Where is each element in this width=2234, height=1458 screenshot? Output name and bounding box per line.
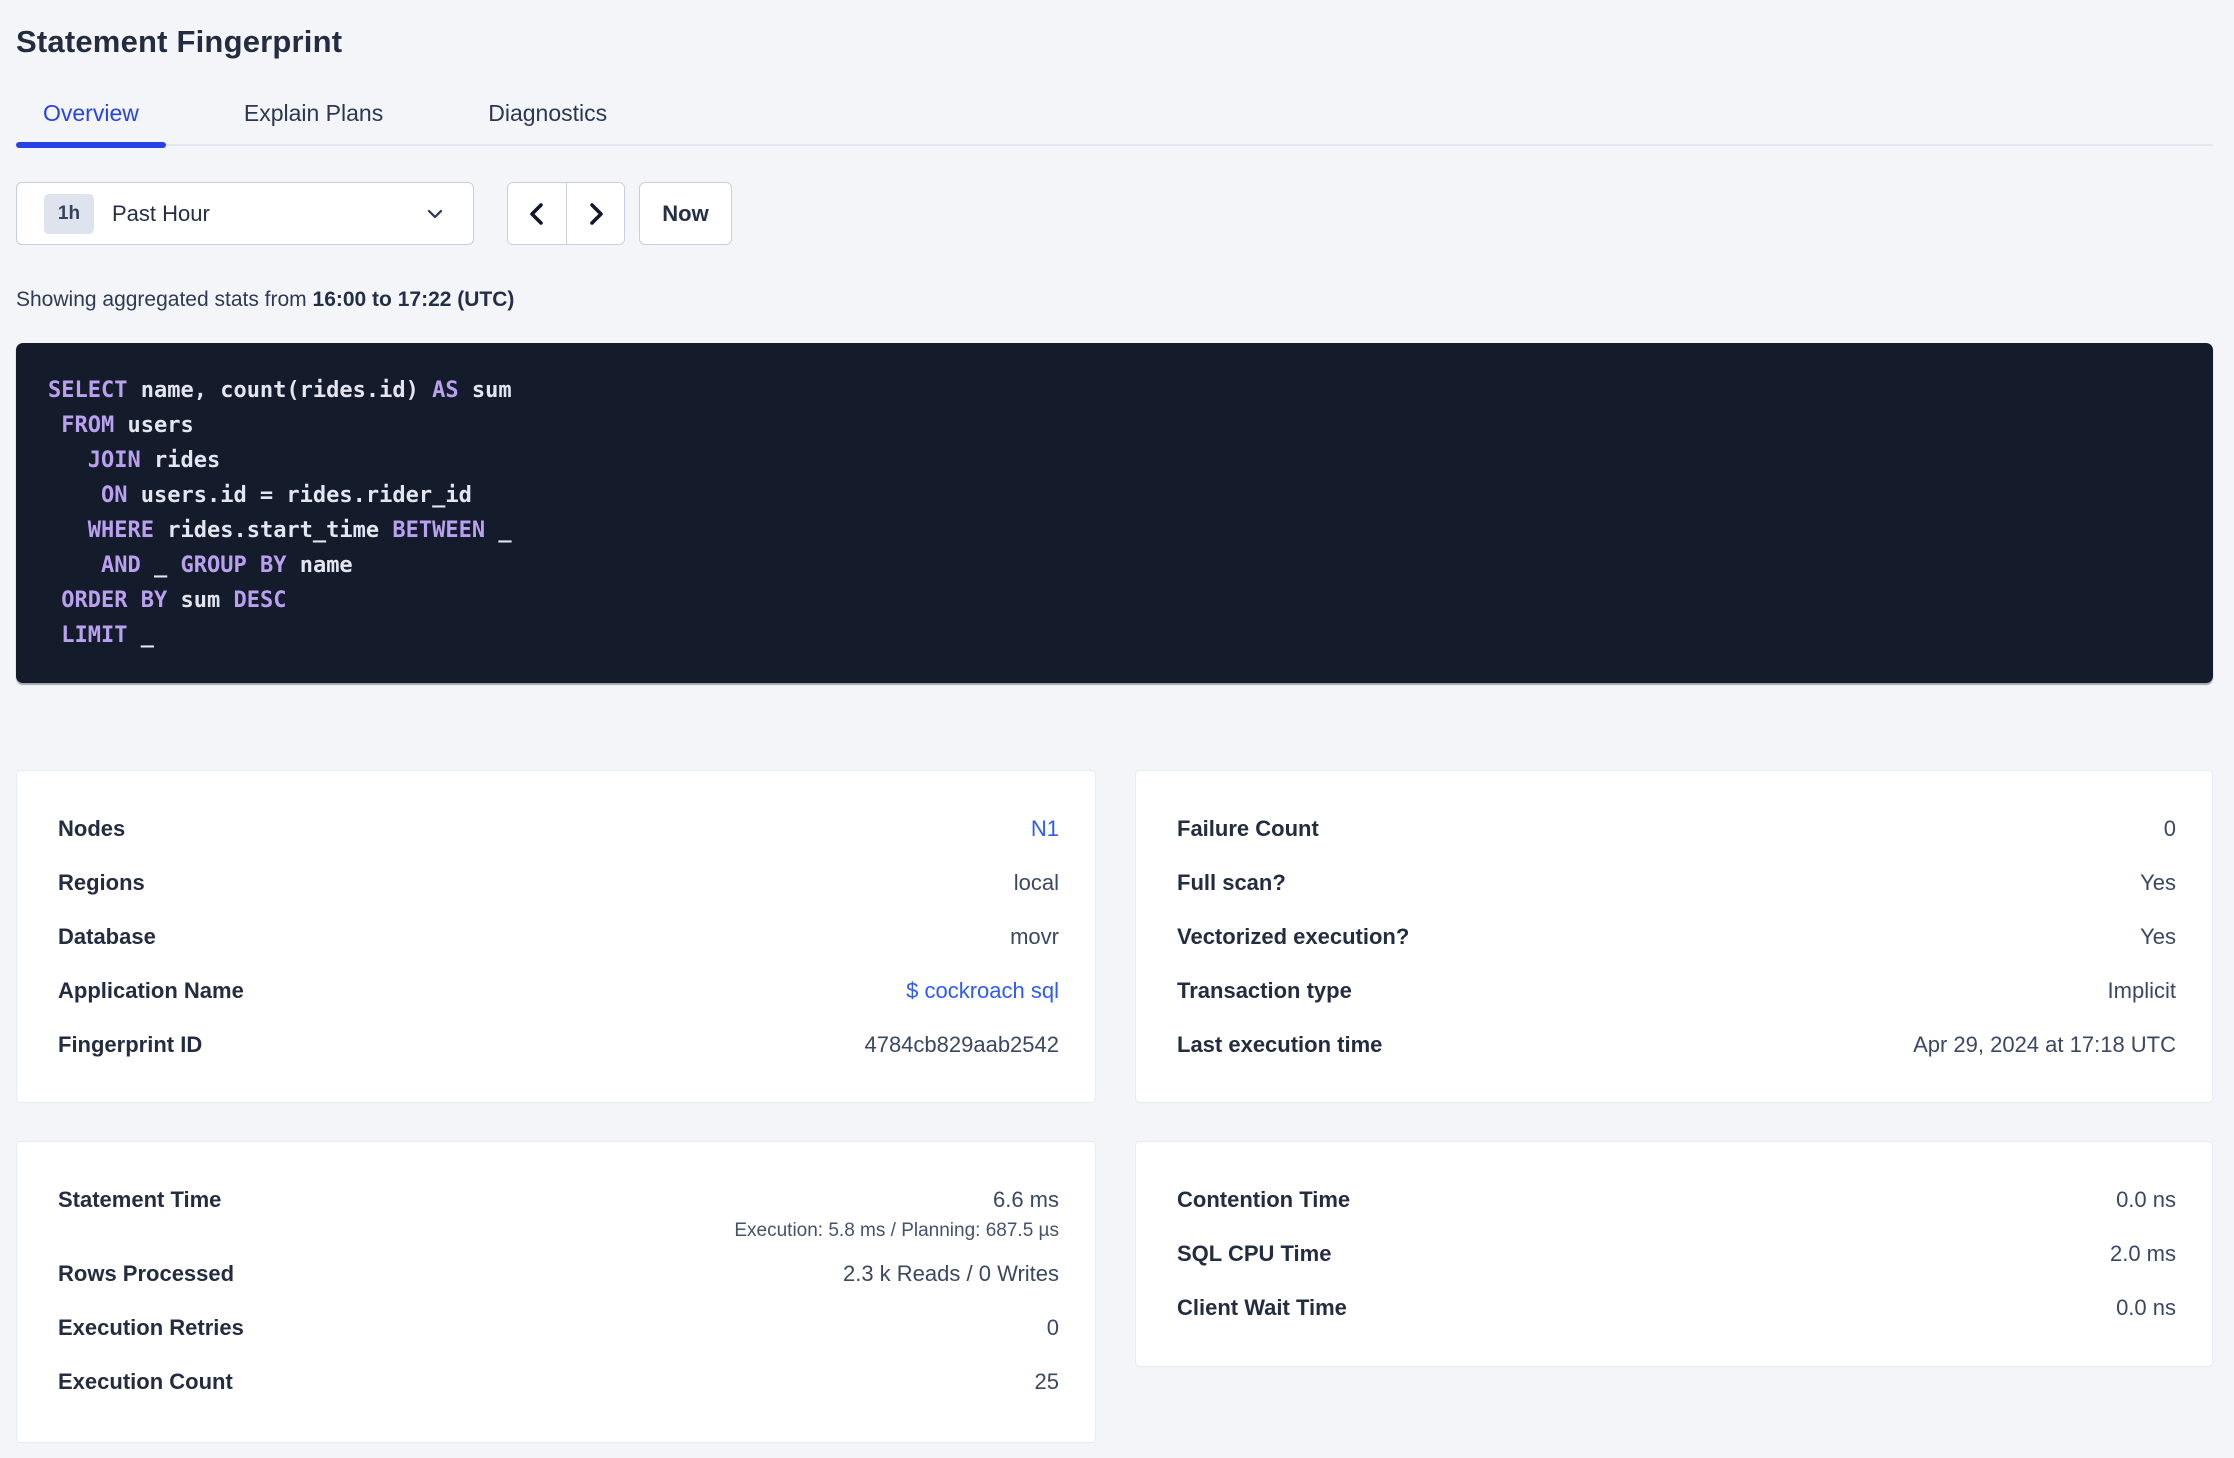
row-value: 6.6 ms	[992, 1187, 1059, 1212]
row-label: Rows Processed	[58, 1261, 235, 1286]
wait-time-card: Contention Time 0.0 ns SQL CPU Time 2.0 …	[1135, 1141, 2213, 1367]
prev-interval-button[interactable]	[508, 183, 566, 244]
time-range-dropdown[interactable]: 1h Past Hour	[16, 182, 474, 245]
chevron-right-icon	[584, 200, 608, 228]
tab-bar: Overview Explain Plans Diagnostics	[16, 99, 2213, 148]
now-button[interactable]: Now	[639, 182, 732, 245]
sql-statement-box: SELECT name, count(rides.id) AS sum FROM…	[16, 343, 2213, 683]
sql-line: FROM users	[61, 413, 194, 438]
nodes-link[interactable]: N1	[1031, 816, 1059, 842]
tab-overview[interactable]: Overview	[16, 99, 166, 148]
row-label: Full scan?	[1177, 870, 1286, 895]
detail-row-vectorized: Vectorized execution? Yes	[1177, 910, 2176, 964]
row-value: 4784cb829aab2542	[864, 1032, 1059, 1057]
row-label: Execution Retries	[58, 1315, 244, 1340]
statement-fingerprint-page: Statement Fingerprint Overview Explain P…	[0, 0, 2234, 1458]
detail-row-execution-count: Execution Count 25	[58, 1355, 1059, 1409]
row-label: Database	[58, 924, 156, 949]
statement-time-breakdown: Execution: 5.8 ms / Planning: 687.5 µs	[734, 1220, 1059, 1241]
detail-row-last-execution: Last execution time Apr 29, 2024 at 17:1…	[1177, 1018, 2176, 1072]
detail-row-failure-count: Failure Count 0	[1177, 802, 2176, 856]
detail-row-transaction-type: Transaction type Implicit	[1177, 964, 2176, 1018]
row-label: Transaction type	[1177, 978, 1352, 1003]
row-value: 0.0 ns	[2116, 1295, 2176, 1320]
row-label: Nodes	[58, 816, 126, 841]
aggregated-stats-prefix: Showing aggregated stats from	[16, 288, 313, 311]
row-label: Contention Time	[1177, 1187, 1351, 1212]
row-label: Execution Count	[58, 1369, 233, 1394]
sql-line: JOIN rides	[87, 448, 221, 473]
row-value: Implicit	[2107, 978, 2176, 1003]
detail-row-statement-time: Statement Time 6.6 ms	[58, 1173, 1059, 1227]
chevron-left-icon	[525, 200, 549, 228]
row-label: Application Name	[58, 978, 244, 1003]
row-value: 2.3 k Reads / 0 Writes	[842, 1261, 1059, 1286]
aggregated-stats-text: Showing aggregated stats from 16:00 to 1…	[16, 287, 2213, 313]
detail-row-regions: Regions local	[58, 856, 1059, 910]
sql-line: AND _ GROUP BY name	[100, 553, 353, 578]
row-label: Regions	[58, 870, 145, 895]
row-label: SQL CPU Time	[1177, 1241, 1332, 1266]
chevron-down-icon	[423, 202, 447, 226]
row-label: Vectorized execution?	[1177, 924, 1410, 949]
aggregated-stats-range: 16:00 to 17:22 (UTC)	[312, 288, 515, 311]
row-label: Last execution time	[1177, 1032, 1383, 1057]
row-label: Client Wait Time	[1177, 1295, 1347, 1320]
sql-line: LIMIT _	[61, 623, 154, 648]
sql-line: SELECT name, count(rides.id) AS sum	[48, 378, 512, 403]
time-range-badge: 1h	[44, 193, 94, 234]
detail-row-rows-processed: Rows Processed 2.3 k Reads / 0 Writes	[58, 1247, 1059, 1301]
row-value: Yes	[2140, 924, 2176, 949]
next-interval-button[interactable]	[566, 183, 624, 244]
row-value: movr	[1010, 924, 1059, 949]
time-range-label: Past Hour	[112, 200, 210, 226]
sql-line: WHERE rides.start_time BETWEEN _	[87, 518, 512, 543]
row-value: 0	[2163, 816, 2176, 841]
detail-row-application-name: Application Name $ cockroach sql	[58, 964, 1059, 1018]
detail-row-sql-cpu-time: SQL CPU Time 2.0 ms	[1177, 1227, 2176, 1281]
row-label: Failure Count	[1177, 816, 1319, 841]
time-controls: 1h Past Hour Now	[16, 182, 2213, 245]
row-label: Statement Time	[58, 1187, 222, 1212]
detail-row-full-scan: Full scan? Yes	[1177, 856, 2176, 910]
row-value: local	[1013, 870, 1059, 895]
detail-row-contention-time: Contention Time 0.0 ns	[1177, 1173, 2176, 1227]
sql-line: ORDER BY sum DESC	[61, 588, 287, 613]
page-title: Statement Fingerprint	[16, 24, 343, 59]
row-value: 2.0 ms	[2109, 1241, 2176, 1266]
detail-row-fingerprint-id: Fingerprint ID 4784cb829aab2542	[58, 1018, 1059, 1072]
sql-line: ON users.id = rides.rider_id	[100, 483, 472, 508]
execution-attributes-card: Failure Count 0 Full scan? Yes Vectorize…	[1135, 770, 2213, 1103]
row-value: 0	[1046, 1315, 1059, 1340]
tab-explain-plans[interactable]: Explain Plans	[217, 99, 410, 144]
interval-nav-group	[507, 182, 625, 245]
row-value: Apr 29, 2024 at 17:18 UTC	[1913, 1032, 2176, 1057]
application-name-link[interactable]: $ cockroach sql	[906, 978, 1059, 1004]
stats-cards: Nodes N1 Regions local Database movr App…	[16, 770, 2213, 1443]
detail-row-client-wait-time: Client Wait Time 0.0 ns	[1177, 1281, 2176, 1335]
row-value: Yes	[2140, 870, 2176, 895]
detail-row-execution-retries: Execution Retries 0	[58, 1301, 1059, 1355]
detail-row-nodes: Nodes N1	[58, 802, 1059, 856]
tab-diagnostics[interactable]: Diagnostics	[461, 99, 634, 144]
row-label: Fingerprint ID	[58, 1032, 203, 1057]
detail-row-database: Database movr	[58, 910, 1059, 964]
sql-code: SELECT name, count(rides.id) AS sum FROM…	[48, 373, 2181, 653]
row-value: 0.0 ns	[2116, 1187, 2176, 1212]
row-value: 25	[1034, 1369, 1059, 1394]
statement-details-card: Nodes N1 Regions local Database movr App…	[16, 770, 1096, 1103]
statement-timing-card: Statement Time 6.6 ms Execution: 5.8 ms …	[16, 1141, 1096, 1443]
